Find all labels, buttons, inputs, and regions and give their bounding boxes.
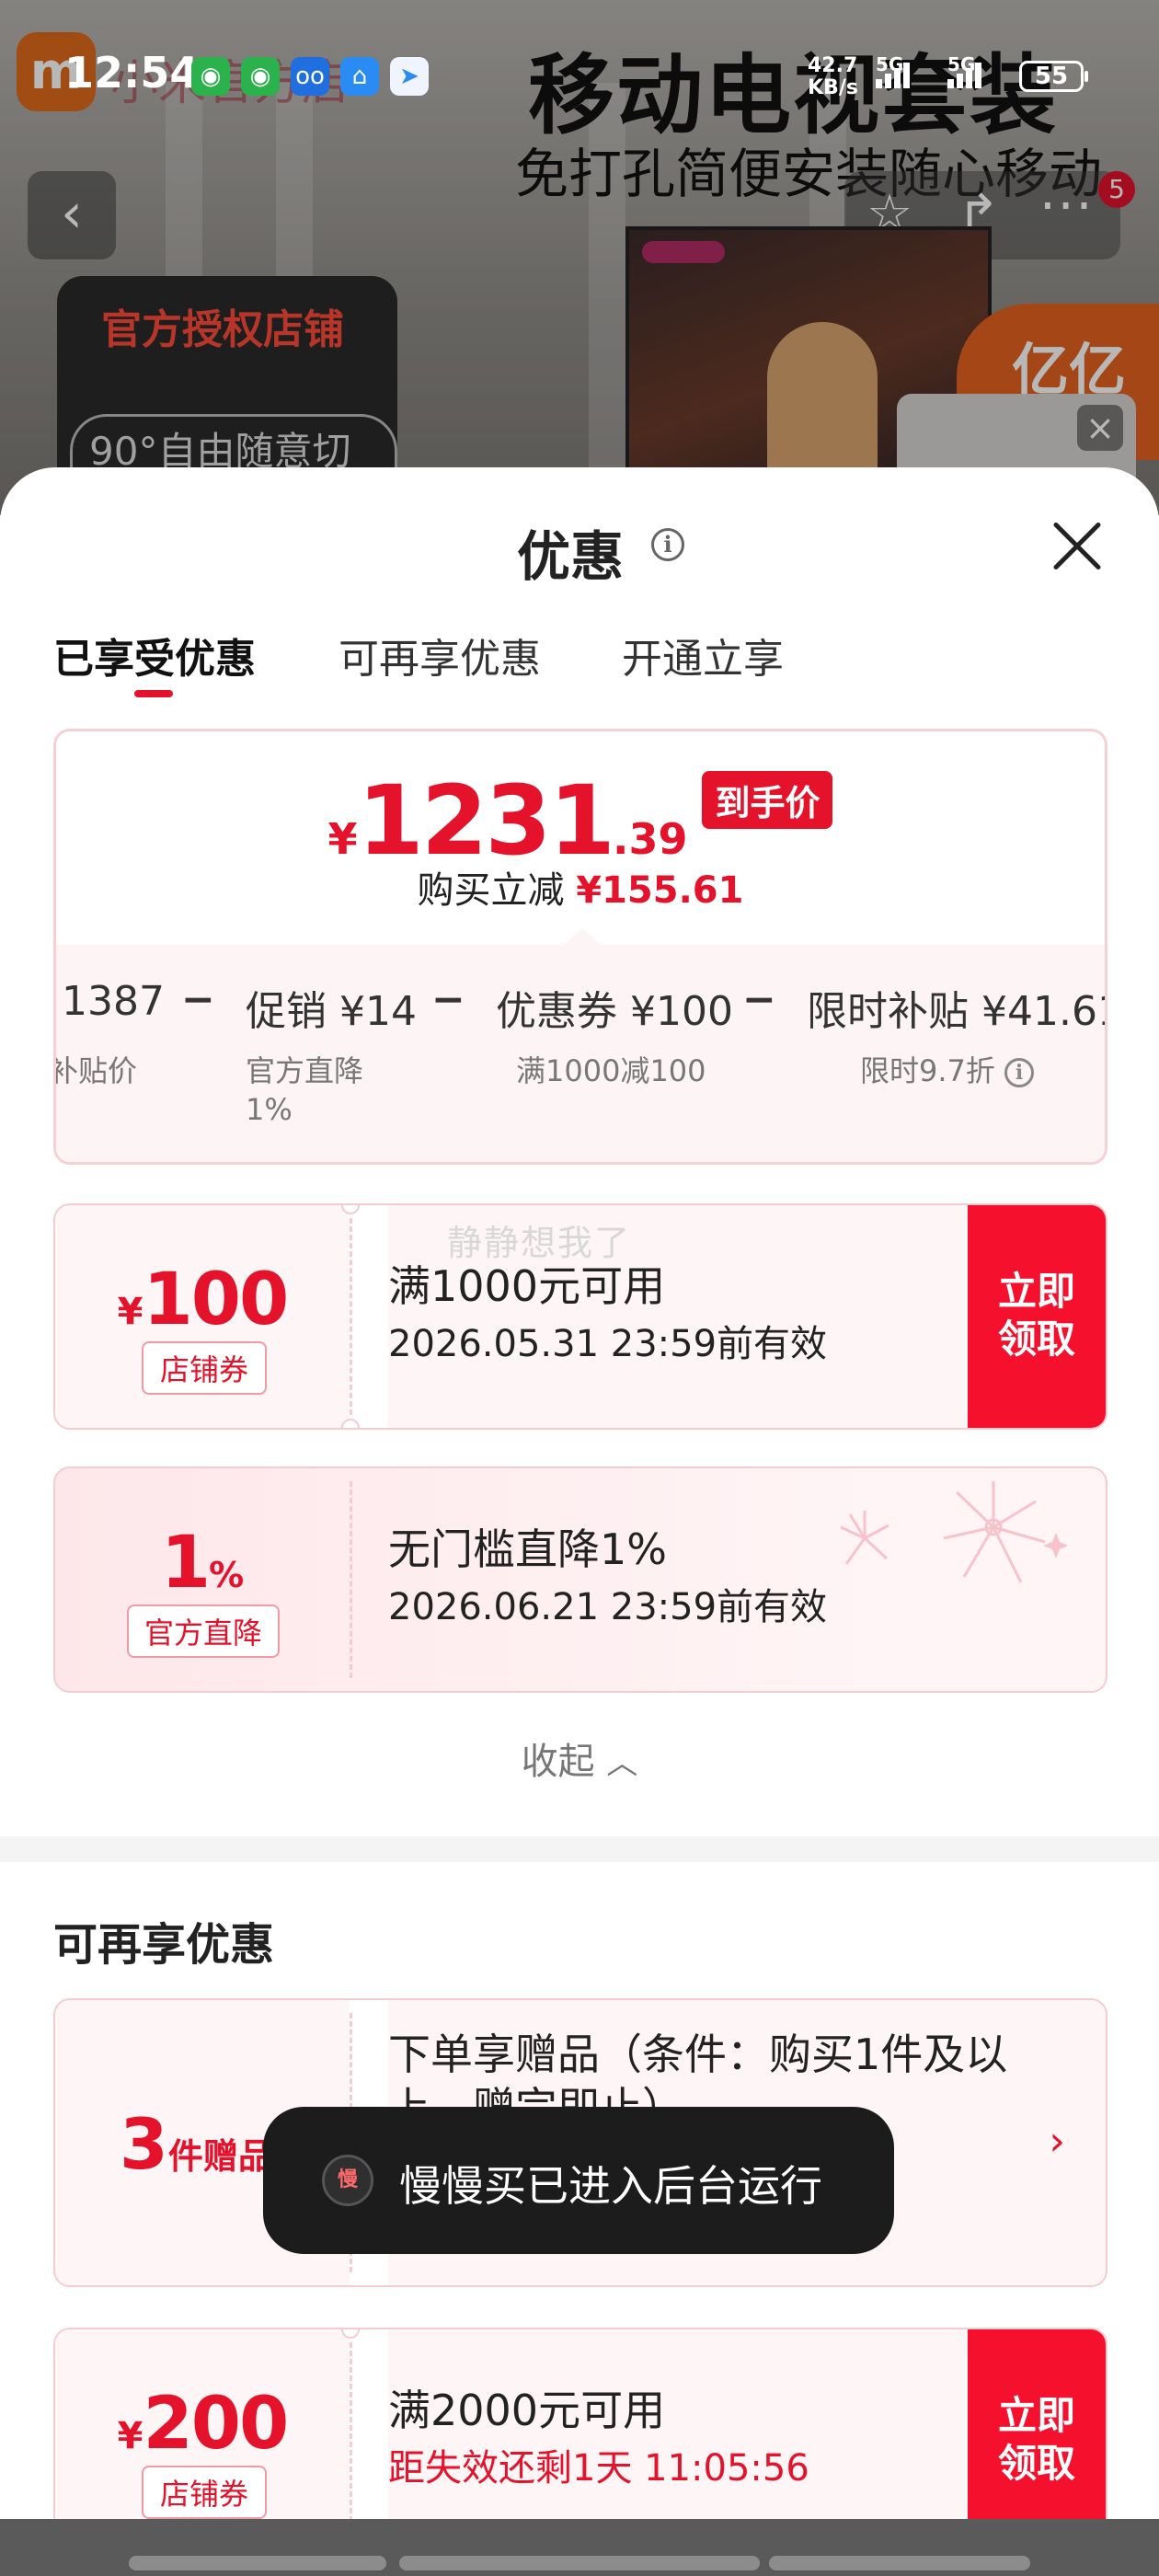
coupon-type-badge: 店铺券 [142, 2466, 267, 2519]
gift-unit: 件赠品 [167, 2136, 273, 2177]
breakdown-coupon: 优惠券 ¥100 [496, 988, 733, 1035]
coupon-notch [341, 1419, 360, 1428]
net-speed: 42.7 KB/s [808, 55, 858, 99]
coupon-value: 100 [143, 1259, 290, 1341]
claim-label: 立即领取 [997, 2393, 1075, 2486]
minus-sign: − [742, 976, 776, 1023]
signal-icon: 5G [876, 53, 912, 88]
info-icon[interactable]: i [651, 528, 684, 561]
gift-number: 3 [120, 2103, 168, 2185]
net-speed-value: 42.7 [808, 54, 858, 77]
bottom-nav-bar [0, 2519, 1159, 2576]
coupon-value: 1 [160, 1522, 211, 1604]
tab-more-discounts[interactable]: 可再享优惠 [339, 626, 541, 684]
claim-coupon-button[interactable]: 立即领取 [968, 1205, 1106, 1428]
coupon-official-discount: 1% 官方直降 无门槛直降1% 2026.06.21 23:59前有效 [53, 1466, 1107, 1693]
collapse-button[interactable]: 收起 ︿ [0, 1731, 1159, 1785]
coupon-condition: 满2000元可用 [388, 2386, 666, 2435]
coupon-type-badge: 店铺券 [142, 1341, 267, 1395]
coupon-type-badge: 官方直降 [127, 1604, 280, 1658]
subsidy-sub-text: 限时9.7折 [860, 1053, 995, 1088]
promo-sub-line2: 1% [246, 1092, 293, 1127]
battery-icon: 55 [1019, 61, 1088, 92]
toast-message: 慢慢买已进入后台运行 [399, 2161, 822, 2211]
final-price-card: ¥1231.39到手价 购买立减 ¥155.61 1387 补贴价 − 促销 ¥… [53, 729, 1107, 1165]
coupon-divider [350, 1481, 352, 1678]
gift-count: 3件赠品 [120, 2103, 273, 2185]
manmanbuy-app-icon: 慢 [322, 2155, 373, 2206]
breakdown-promo: 促销 ¥14 [246, 988, 417, 1035]
chevron-right-icon[interactable]: › [1049, 2118, 1065, 2165]
coupon-amount: ¥100 [55, 1259, 350, 1341]
nav-handle[interactable] [769, 2556, 1030, 2570]
chevron-up-icon: ︿ [606, 1745, 638, 1782]
breakdown-promo-sub: 官方直降 1% [246, 1052, 363, 1129]
price-breakdown[interactable]: 1387 补贴价 − 促销 ¥14 官方直降 1% − 优惠券 ¥100 满100… [53, 928, 1107, 1162]
wechat-icon: ◉ [241, 57, 280, 96]
final-price-tag: 到手价 [702, 771, 833, 829]
close-button[interactable] [1049, 519, 1104, 574]
breakdown-coupon-sub: 满1000减100 [516, 1053, 706, 1088]
coupon-value: 200 [143, 2383, 290, 2466]
promo-sub-line1: 官方直降 [246, 1053, 364, 1088]
collapse-label: 收起 [521, 1741, 595, 1783]
signal-icon: 5G [947, 53, 984, 88]
price-reduction: 购买立减 ¥155.61 [56, 860, 1105, 914]
sheet-title: 优惠 [0, 513, 1159, 591]
active-tab-indicator [134, 690, 173, 697]
discount-sheet: 优惠 i 已享受优惠 可再享优惠 开通立享 ¥1231.39到手价 购买立减 ¥… [0, 467, 1159, 2576]
coupon-amount: 1% [55, 1522, 350, 1604]
reduction-value: ¥155.61 [576, 869, 744, 912]
coupon-validity: 2026.05.31 23:59前有效 [388, 1323, 828, 1365]
reduction-label: 购买立减 [417, 869, 565, 912]
net-speed-unit: KB/s [808, 76, 858, 99]
sim2-label: 5G [947, 53, 976, 75]
price-decimal: .39 [612, 814, 688, 864]
fireworks-decoration-icon [840, 1481, 1067, 1583]
sim1-label: 5G [876, 53, 904, 75]
sheet-title-text: 优惠 [516, 525, 624, 588]
coupon-condition: 无门槛直降1% [388, 1524, 667, 1574]
nav-handle[interactable] [399, 2556, 760, 2570]
telegram-icon: ➤ [390, 57, 429, 96]
breakdown-subsidy: 限时补贴 ¥41.61 [807, 988, 1107, 1035]
tab-enjoyed-discounts[interactable]: 已享受优惠 [53, 626, 256, 684]
section-gap [0, 1836, 1159, 1862]
coupon-currency: ¥ [117, 1291, 143, 1333]
coupon-validity: 2026.06.21 23:59前有效 [388, 1586, 828, 1628]
coupon-unit: % [209, 1555, 245, 1595]
tab-activate-discounts[interactable]: 开通立享 [622, 626, 784, 684]
breakdown-base-price: 1387 [62, 978, 165, 1025]
coupon-currency: ¥ [117, 2415, 143, 2457]
cloud-home-icon: ⌂ [340, 57, 379, 96]
wechat-icon: ◉ [191, 57, 230, 96]
price-currency: ¥ [327, 814, 358, 864]
minus-sign: − [181, 976, 215, 1023]
breakdown-subsidy-sub: 限时9.7折 i [860, 1052, 1035, 1090]
minus-sign: − [431, 976, 465, 1023]
clock: 12:54 [64, 48, 200, 98]
owl-icon: oo [291, 57, 329, 96]
status-bar: 12:54 ◉ ◉ oo ⌂ ➤ 42.7 KB/s 5G 5G 55 [0, 0, 1159, 156]
info-icon[interactable]: i [1004, 1058, 1035, 1087]
toast: 慢 慢慢买已进入后台运行 [263, 2107, 894, 2254]
section-title-more-discounts: 可再享优惠 [53, 1919, 275, 1971]
coupon-amount: ¥200 [55, 2383, 350, 2466]
nav-handle[interactable] [129, 2556, 386, 2570]
claim-label: 立即领取 [997, 1269, 1075, 1362]
coupon-divider [350, 1218, 352, 1415]
coupon-countdown: 距失效还剩1天 11:05:56 [388, 2447, 809, 2490]
breakdown-base-sub: 补贴价 [53, 1053, 138, 1088]
watermark-text: 静静想我了 [447, 1223, 632, 1263]
